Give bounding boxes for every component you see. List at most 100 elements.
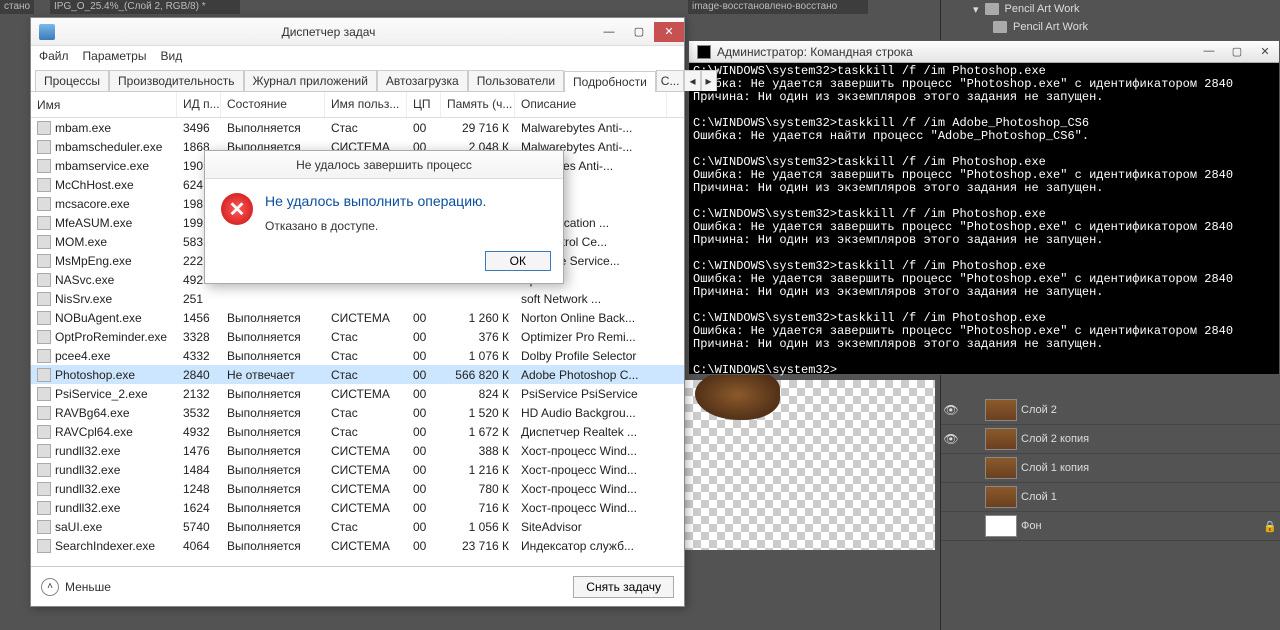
folder-icon bbox=[985, 3, 999, 15]
footer: ˄ Меньше Снять задачу bbox=[31, 566, 684, 606]
layer-row[interactable]: Слой 1 bbox=[941, 483, 1280, 512]
table-header: Имя ИД п... Состояние Имя польз... ЦП Па… bbox=[31, 92, 684, 118]
tree-label: Pencil Art Work bbox=[1005, 3, 1080, 15]
menubar: Файл Параметры Вид bbox=[31, 46, 684, 66]
table-row[interactable]: saUI.exe5740ВыполняетсяСтас001 056 КSite… bbox=[31, 517, 684, 536]
table-row[interactable]: rundll32.exe1484ВыполняетсяСИСТЕМА001 21… bbox=[31, 460, 684, 479]
chevron-down-icon: ▾ bbox=[973, 3, 979, 16]
minimize-button[interactable]: — bbox=[594, 22, 624, 42]
layer-name: Слой 1 копия bbox=[1021, 462, 1260, 474]
process-icon bbox=[37, 330, 51, 344]
layer-name: Слой 2 bbox=[1021, 404, 1260, 416]
col-cpu[interactable]: ЦП bbox=[407, 92, 441, 117]
tab-0[interactable]: Процессы bbox=[35, 70, 109, 91]
process-icon bbox=[37, 178, 51, 192]
table-row[interactable]: rundll32.exe1624ВыполняетсяСИСТЕМА00716 … bbox=[31, 498, 684, 517]
process-icon bbox=[37, 235, 51, 249]
tab-6[interactable]: С... bbox=[656, 70, 685, 91]
process-icon bbox=[37, 311, 51, 325]
process-icon bbox=[37, 463, 51, 477]
process-icon bbox=[37, 159, 51, 173]
window-titlebar[interactable]: Администратор: Командная строка — ▢ ✕ bbox=[689, 41, 1279, 63]
table-row[interactable]: rundll32.exe1248ВыполняетсяСИСТЕМА00780 … bbox=[31, 479, 684, 498]
table-row[interactable]: RAVCpl64.exe4932ВыполняетсяСтас001 672 К… bbox=[31, 422, 684, 441]
col-mem[interactable]: Память (ч... bbox=[441, 92, 515, 117]
menu-options[interactable]: Параметры bbox=[83, 49, 147, 63]
table-row[interactable]: RAVBg64.exe3532ВыполняетсяСтас001 520 КH… bbox=[31, 403, 684, 422]
layer-row[interactable]: Слой 1 копия bbox=[941, 454, 1280, 483]
table-row[interactable]: pcee4.exe4332ВыполняетсяСтас001 076 КDol… bbox=[31, 346, 684, 365]
layer-thumbnail bbox=[985, 399, 1017, 421]
process-icon bbox=[37, 425, 51, 439]
taskmgr-icon bbox=[39, 24, 55, 40]
process-icon bbox=[37, 197, 51, 211]
visibility-toggle[interactable]: 👁 bbox=[941, 432, 961, 446]
process-icon bbox=[37, 520, 51, 534]
layer-name: Слой 2 копия bbox=[1021, 433, 1260, 445]
folder-icon bbox=[993, 21, 1007, 33]
process-icon bbox=[37, 482, 51, 496]
table-row[interactable]: PsiService_2.exe2132ВыполняетсяСИСТЕМА00… bbox=[31, 384, 684, 403]
layer-name: Слой 1 bbox=[1021, 491, 1260, 503]
col-user[interactable]: Имя польз... bbox=[325, 92, 407, 117]
layer-row[interactable]: 👁 Слой 2 копия bbox=[941, 425, 1280, 454]
visibility-toggle[interactable]: 👁 bbox=[941, 403, 961, 417]
window-titlebar[interactable]: Диспетчер задач — ▢ ✕ bbox=[31, 18, 684, 46]
error-icon: ✕ bbox=[221, 193, 253, 225]
tab-3[interactable]: Автозагрузка bbox=[377, 70, 468, 91]
table-row[interactable]: NisSrv.exe251soft Network ... bbox=[31, 289, 684, 308]
minimize-button[interactable]: — bbox=[1195, 45, 1223, 58]
layer-name: Фон bbox=[1021, 520, 1260, 532]
tab-2[interactable]: Журнал приложений bbox=[244, 70, 377, 91]
col-name[interactable]: Имя bbox=[31, 92, 177, 117]
process-icon bbox=[37, 292, 51, 306]
col-desc[interactable]: Описание bbox=[515, 92, 667, 117]
command-prompt-window: Администратор: Командная строка — ▢ ✕ C:… bbox=[688, 40, 1280, 375]
document-tab[interactable]: стано bbox=[0, 0, 34, 14]
fewer-details-button[interactable]: ˄ Меньше bbox=[41, 578, 111, 596]
end-task-button[interactable]: Снять задачу bbox=[573, 576, 674, 598]
process-icon bbox=[37, 254, 51, 268]
menu-view[interactable]: Вид bbox=[160, 49, 182, 63]
layer-row[interactable]: 👁 Слой 2 bbox=[941, 396, 1280, 425]
table-row[interactable]: NOBuAgent.exe1456ВыполняетсяСИСТЕМА001 2… bbox=[31, 308, 684, 327]
layer-row[interactable]: Фон🔒 bbox=[941, 512, 1280, 541]
table-row[interactable]: rundll32.exe1476ВыполняетсяСИСТЕМА00388 … bbox=[31, 441, 684, 460]
table-row[interactable]: mbam.exe3496ВыполняетсяСтас0029 716 КMal… bbox=[31, 118, 684, 137]
col-state[interactable]: Состояние bbox=[221, 92, 325, 117]
maximize-button[interactable]: ▢ bbox=[624, 22, 654, 42]
console-output[interactable]: C:\WINDOWS\system32>taskkill /f /im Phot… bbox=[689, 63, 1279, 379]
tab-5[interactable]: Подробности bbox=[564, 71, 656, 92]
dialog-title[interactable]: Не удалось завершить процесс bbox=[205, 151, 563, 179]
tabs: ПроцессыПроизводительностьЖурнал приложе… bbox=[31, 66, 684, 92]
tab-nav-right[interactable]: ▸ bbox=[701, 70, 717, 91]
tab-1[interactable]: Производительность bbox=[109, 70, 243, 91]
close-button[interactable]: ✕ bbox=[654, 22, 684, 42]
maximize-button[interactable]: ▢ bbox=[1223, 45, 1251, 58]
tab-4[interactable]: Пользователи bbox=[468, 70, 564, 91]
table-row[interactable]: OptProReminder.exe3328ВыполняетсяСтас003… bbox=[31, 327, 684, 346]
table-row[interactable]: SearchIndexer.exe4064ВыполняетсяСИСТЕМА0… bbox=[31, 536, 684, 555]
file-tree: ▾ Pencil Art Work Pencil Art Work bbox=[941, 0, 1280, 36]
tab-nav-left[interactable]: ◂ bbox=[684, 70, 700, 91]
document-tab[interactable]: image-восстановлено-восстано bbox=[688, 0, 868, 14]
col-pid[interactable]: ИД п... bbox=[177, 92, 221, 117]
layer-thumbnail bbox=[985, 515, 1017, 537]
process-icon bbox=[37, 273, 51, 287]
ok-button[interactable]: ОК bbox=[485, 251, 551, 271]
menu-file[interactable]: Файл bbox=[39, 49, 69, 63]
tree-item[interactable]: Pencil Art Work bbox=[945, 18, 1276, 36]
process-icon bbox=[37, 140, 51, 154]
table-row[interactable]: Photoshop.exe2840Не отвечаетСтас00566 82… bbox=[31, 365, 684, 384]
close-button[interactable]: ✕ bbox=[1251, 45, 1279, 58]
chevron-up-icon: ˄ bbox=[41, 578, 59, 596]
error-dialog: Не удалось завершить процесс ✕ Не удалос… bbox=[204, 150, 564, 284]
process-icon bbox=[37, 387, 51, 401]
document-tab[interactable]: IPG_O_25.4%_(Слой 2, RGB/8) * bbox=[50, 0, 240, 14]
process-icon bbox=[37, 216, 51, 230]
window-title: Диспетчер задач bbox=[63, 25, 594, 39]
process-icon bbox=[37, 368, 51, 382]
tree-item[interactable]: ▾ Pencil Art Work bbox=[945, 0, 1276, 18]
process-icon bbox=[37, 121, 51, 135]
canvas[interactable] bbox=[685, 380, 935, 550]
